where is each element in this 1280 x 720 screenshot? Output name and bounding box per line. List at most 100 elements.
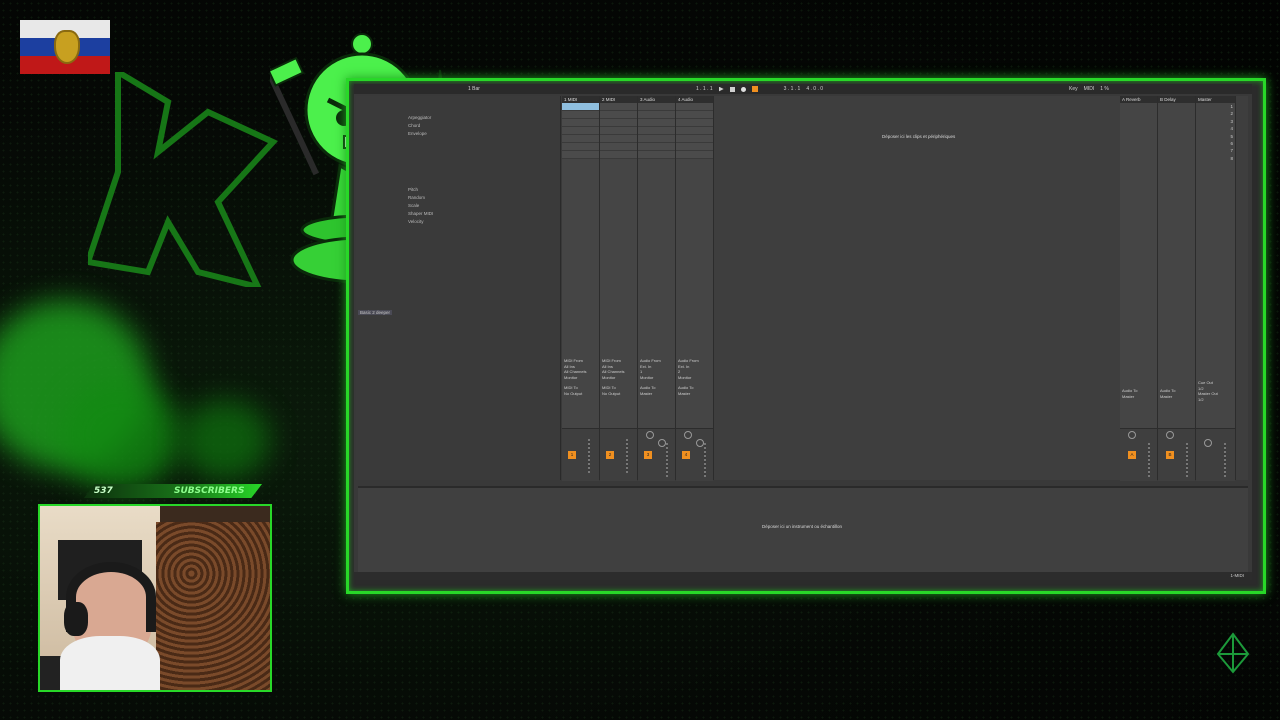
scene-number[interactable]: 3 [1196,118,1233,125]
clip-slot[interactable] [600,119,637,127]
clip-slot[interactable] [676,103,713,111]
ableton-live-window: 1 Bar 1 . 1 . 1 3 . 1 . 1 4 . 0 . 0 Key … [354,84,1252,580]
send-knob[interactable] [646,431,654,439]
clip-slot[interactable] [676,119,713,127]
clip-slot[interactable] [676,111,713,119]
cue-volume-knob[interactable] [1204,439,1212,447]
session-view: 1 MIDI MIDI From All Ins All Channels Mo… [562,96,1248,481]
scene-number[interactable]: 8 [1196,155,1233,162]
clip-slot[interactable] [600,143,637,151]
send-knob[interactable] [1166,431,1174,439]
arrangement-position[interactable]: 1 . 1 . 1 [696,86,713,92]
browser-item[interactable]: Shaper MIDI [408,210,448,218]
coat-of-arms-icon [54,30,80,64]
browser-item[interactable]: Pitch [408,186,448,194]
track-header[interactable]: B Delay [1158,96,1195,103]
track-mixer: 3 [638,428,675,481]
track-header[interactable]: 1 MIDI [562,96,599,103]
play-button[interactable] [718,86,724,92]
clip-slot[interactable] [562,103,599,111]
output-select[interactable]: No Output [564,391,599,397]
output-select[interactable]: Master [678,391,713,397]
clip-slot[interactable] [600,111,637,119]
browser-item[interactable]: Envelope [408,130,448,138]
master-out-select[interactable]: 1/2 [1198,397,1235,403]
channel-logo-icon [88,72,278,287]
clip-slot[interactable] [638,135,675,143]
output-select[interactable]: No Output [602,391,637,397]
quantize-menu[interactable]: 1 Bar [468,86,480,92]
send-knob[interactable] [1128,431,1136,439]
clip-slot[interactable] [562,151,599,159]
loop-length[interactable]: 4 . 0 . 0 [806,86,823,92]
browser-bottom-item[interactable]: Basic 2 deeper [358,310,393,315]
browser-item[interactable]: Random [408,194,448,202]
track-activator[interactable]: 3 [644,451,652,459]
track-activator[interactable]: B [1166,451,1174,459]
track-header[interactable]: 4 Audio [676,96,713,103]
clip-slot[interactable] [638,127,675,135]
key-map-button[interactable]: Key [1069,86,1078,92]
clip-slot[interactable] [676,135,713,143]
arrangement-record-button[interactable] [751,86,758,92]
subscriber-count: 537 [94,486,113,496]
clip-slot[interactable] [638,143,675,151]
send-knob[interactable] [684,431,692,439]
track-activator[interactable]: 1 [568,451,576,459]
track-header[interactable]: 2 MIDI [600,96,637,103]
send-knob[interactable] [658,439,666,447]
clip-slot[interactable] [600,103,637,111]
clip-slot[interactable] [638,111,675,119]
green-smoke [60,380,180,490]
browser-item[interactable]: Velocity [408,218,448,226]
track-io: Audio From Ext. In 1 Monitor Audio To Ma… [638,358,675,396]
scene-number[interactable]: 4 [1196,125,1233,132]
selected-track-indicator: 1-MIDI [1230,573,1245,578]
track-io: Cue Out 1/2 Master Out 1/2 [1196,380,1235,402]
stop-button[interactable] [729,86,735,92]
return-track[interactable]: B Delay Audio To Master B [1158,96,1196,481]
track-activator[interactable]: 2 [606,451,614,459]
send-knob[interactable] [696,439,704,447]
track-column[interactable]: 4 Audio Audio From Ext. In 2 Monitor Aud… [676,96,714,481]
clip-slot[interactable] [676,127,713,135]
master-track[interactable]: Master 1 2 3 4 5 6 7 8 Cue Out 1/2 Maste… [1196,96,1236,481]
track-column[interactable]: 1 MIDI MIDI From All Ins All Channels Mo… [562,96,600,481]
clip-slot[interactable] [562,127,599,135]
clip-slot[interactable] [600,127,637,135]
record-button[interactable] [740,86,746,92]
return-track[interactable]: A Reverb Audio To Master A [1120,96,1158,481]
track-column[interactable]: 2 MIDI MIDI From All Ins All Channels Mo… [600,96,638,481]
clip-slot[interactable] [562,119,599,127]
track-column[interactable]: 3 Audio Audio From Ext. In 1 Monitor Aud… [638,96,676,481]
track-header[interactable]: A Reverb [1120,96,1157,103]
clip-slot[interactable] [676,151,713,159]
output-select[interactable]: Master [640,391,675,397]
scene-number[interactable]: 1 [1196,103,1233,110]
clip-slot[interactable] [638,151,675,159]
level-meter [1186,443,1188,477]
track-activator[interactable]: A [1128,451,1136,459]
clip-slot[interactable] [638,119,675,127]
clip-slot[interactable] [562,111,599,119]
scene-number[interactable]: 6 [1196,140,1233,147]
clip-slot[interactable] [562,143,599,151]
scene-number[interactable]: 2 [1196,110,1233,117]
clip-slot[interactable] [600,135,637,143]
track-header[interactable]: Master [1196,96,1235,103]
track-activator[interactable]: 4 [682,451,690,459]
clip-slot[interactable] [562,135,599,143]
loop-start[interactable]: 3 . 1 . 1 [784,86,801,92]
scene-number[interactable]: 7 [1196,147,1233,154]
browser-item[interactable]: Arpeggiator [408,114,448,122]
clip-slot[interactable] [638,103,675,111]
output-select[interactable]: Master [1160,394,1195,400]
output-select[interactable]: Master [1122,394,1157,400]
browser-item[interactable]: Chord [408,122,448,130]
scene-number[interactable]: 5 [1196,133,1233,140]
midi-map-button[interactable]: MIDI [1084,86,1095,92]
clip-slot[interactable] [600,151,637,159]
track-header[interactable]: 3 Audio [638,96,675,103]
clip-slot[interactable] [676,143,713,151]
browser-item[interactable]: Scale [408,202,448,210]
